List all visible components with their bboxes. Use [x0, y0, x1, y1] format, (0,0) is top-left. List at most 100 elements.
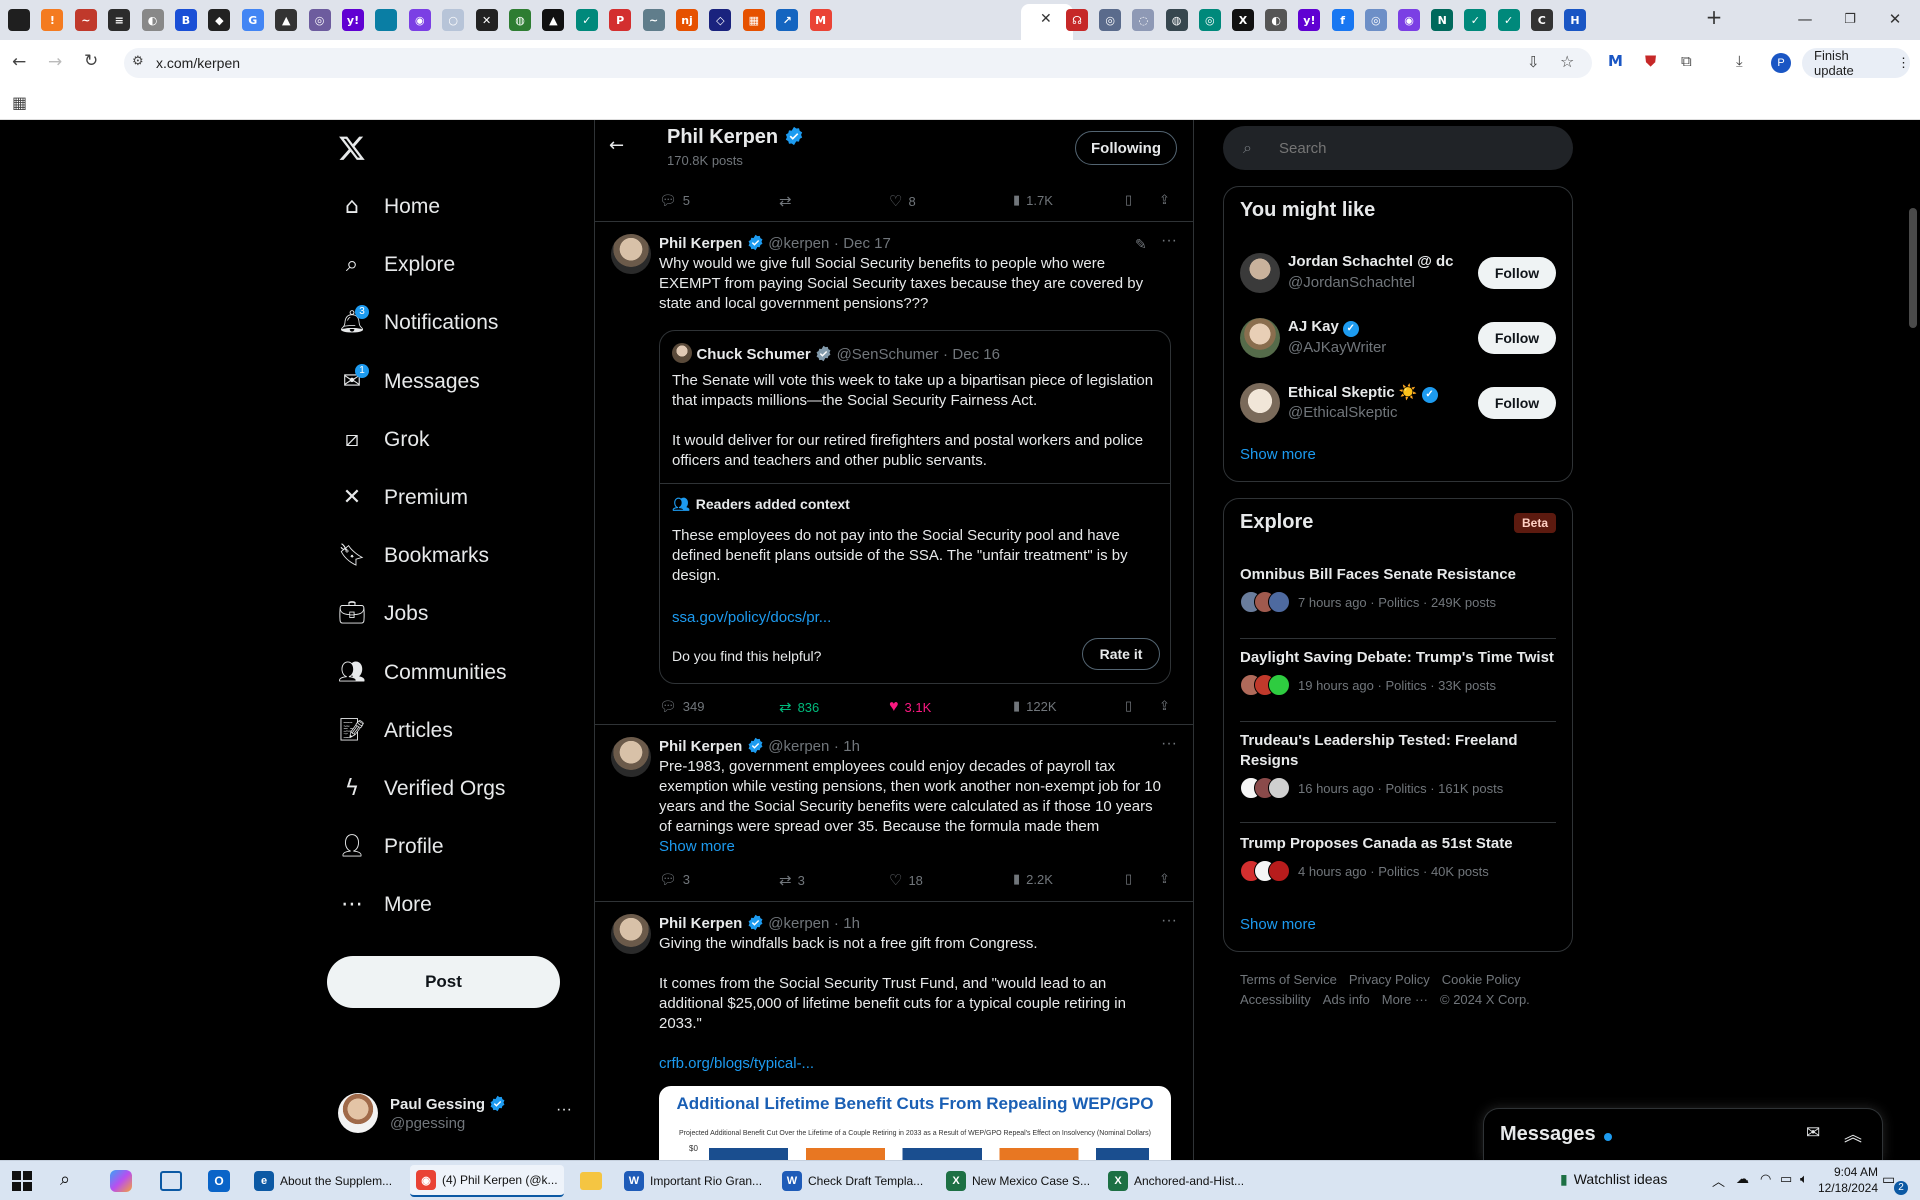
nav-item-verified-orgs[interactable]: ϟ Verified Orgs	[338, 764, 506, 814]
suggested-user[interactable]: AJ Kay ✓ @AJKayWriter Follow	[1224, 308, 1572, 368]
apps-grid-icon[interactable]: ▦	[12, 93, 27, 112]
follow-button[interactable]: Follow	[1478, 257, 1556, 289]
repost-button[interactable]: ⇄ 836	[779, 698, 819, 716]
install-app-icon[interactable]: ⇩	[1527, 53, 1540, 71]
tweet[interactable]: Phil Kerpen @kerpen · 1h ··· Giving the …	[595, 902, 1193, 1160]
author-avatar[interactable]	[611, 234, 651, 274]
tab-favicon-30[interactable]: ◎	[1198, 9, 1221, 31]
minimize-button[interactable]: —	[1795, 10, 1815, 30]
clock[interactable]: 9:04 AM 12/18/2024	[1808, 1164, 1878, 1196]
author-name[interactable]: Phil Kerpen	[659, 915, 742, 932]
menu-tab-icon[interactable]	[8, 9, 30, 31]
tweet[interactable]: Phil Kerpen @kerpen · Dec 17 ✎ ··· Why w…	[595, 222, 1193, 725]
x-logo-icon[interactable]	[338, 134, 368, 164]
tab-favicon-28[interactable]: ◌	[1132, 9, 1155, 31]
tab-favicon-32[interactable]: ◐	[1265, 9, 1288, 31]
bookmark-icon[interactable]: ▯	[1125, 871, 1132, 887]
explore-item[interactable]: Daylight Saving Debate: Trump's Time Twi…	[1240, 648, 1556, 722]
copilot-icon[interactable]	[110, 1170, 132, 1192]
new-tab-button[interactable]: +	[1704, 5, 1724, 29]
taskbar-app[interactable]: X New Mexico Case S...	[940, 1165, 1096, 1197]
like-button[interactable]: ♡ 8	[889, 192, 916, 210]
nav-item-explore[interactable]: ⌕ Explore	[338, 240, 455, 290]
explore-item[interactable]: Omnibus Bill Faces Senate Resistance 7 ho…	[1240, 565, 1556, 639]
bookmark-icon[interactable]: ▯	[1125, 192, 1132, 208]
tweet-date[interactable]: 1h	[843, 738, 860, 755]
rate-it-button[interactable]: Rate it	[1082, 638, 1160, 670]
share-icon[interactable]: ⇪	[1159, 698, 1170, 714]
taskbar-app[interactable]: W Important Rio Gran...	[618, 1165, 768, 1197]
follow-button[interactable]: Follow	[1478, 387, 1556, 419]
account-more-icon[interactable]: ···	[556, 1101, 572, 1119]
nav-item-premium[interactable]: ✕ Premium	[338, 473, 468, 523]
tab-favicon-17[interactable]: ✓	[575, 9, 598, 31]
back-arrow-icon[interactable]: ←	[12, 52, 26, 72]
tab-favicon-41[interactable]: H	[1564, 9, 1586, 31]
new-message-icon[interactable]: ✉	[1806, 1123, 1820, 1143]
tab-favicon-6[interactable]: ◆	[208, 9, 231, 31]
tab-favicon-13[interactable]: ○	[442, 9, 465, 31]
tweet-date[interactable]: Dec 17	[843, 235, 891, 252]
tab-favicon-14[interactable]: ✕	[475, 9, 498, 31]
follow-button[interactable]: Follow	[1478, 322, 1556, 354]
reply-button[interactable]: 💬︎ 5	[659, 192, 690, 209]
onedrive-icon[interactable]: ☁	[1736, 1171, 1749, 1187]
suggested-user[interactable]: Jordan Schachtel @ dc✓@JordanSchachtelFo…	[1224, 243, 1572, 303]
url-text[interactable]: x.com/kerpen	[156, 55, 240, 71]
footer-link[interactable]: Privacy Policy	[1349, 972, 1430, 987]
bookmark-star-icon[interactable]: ☆	[1560, 52, 1574, 71]
post-button[interactable]: Post	[327, 956, 560, 1008]
tweet-more-icon[interactable]: ···	[1161, 735, 1177, 753]
reply-button[interactable]: 💬︎ 3	[659, 871, 690, 888]
address-bar[interactable]	[124, 48, 1592, 78]
nav-item-home[interactable]: ⌂ Home	[338, 182, 440, 232]
author-avatar[interactable]	[611, 914, 651, 954]
taskbar-app[interactable]: ◉ (4) Phil Kerpen (@k...	[410, 1165, 564, 1197]
site-info-icon[interactable]: ⚙	[132, 54, 144, 69]
tab-favicon-22[interactable]: ▦	[742, 9, 765, 31]
tweet[interactable]: Phil Kerpen @kerpen · 1h ··· Pre-1983, g…	[595, 725, 1193, 902]
task-view-icon[interactable]	[160, 1171, 182, 1191]
downloads-icon[interactable]: ⤓	[1736, 52, 1743, 70]
tab-favicon-23[interactable]: ↗	[776, 9, 799, 31]
tab-favicon-18[interactable]: P	[609, 9, 632, 31]
nav-item-more[interactable]: ⋯ More	[338, 880, 432, 930]
tab-favicon-39[interactable]: ✓	[1497, 9, 1520, 31]
author-handle[interactable]: @kerpen	[768, 738, 829, 755]
search-box[interactable]: ⌕	[1223, 126, 1573, 170]
edit-note-icon[interactable]: ✎	[1135, 236, 1147, 253]
nav-item-articles[interactable]: 📝︎ Articles	[338, 706, 453, 756]
tab-favicon-12[interactable]: ◉	[408, 9, 431, 31]
taskbar-app[interactable]: e About the Supplem...	[248, 1165, 398, 1197]
battery-icon[interactable]: ▭	[1780, 1171, 1792, 1187]
tab-favicon-26[interactable]: ☊	[1066, 9, 1088, 31]
tab-favicon-15[interactable]: ◍	[509, 9, 531, 31]
back-arrow-icon[interactable]: ←	[609, 135, 624, 156]
extension-m-icon[interactable]: M	[1608, 52, 1623, 70]
extension-shield-icon[interactable]: ⛊	[1645, 52, 1656, 70]
start-button[interactable]	[12, 1171, 32, 1191]
repost-button[interactable]: ⇄ 3	[779, 871, 805, 889]
like-button[interactable]: ♡ 18	[889, 871, 923, 889]
watchlist-widget[interactable]: ▮ Watchlist ideas	[1560, 1171, 1667, 1188]
tab-favicon-19[interactable]: ~	[642, 9, 665, 31]
reply-button[interactable]: 💬︎ 349	[659, 698, 704, 715]
finish-update-button[interactable]: Finish update ⋮	[1802, 48, 1910, 78]
close-icon[interactable]: ✕	[1040, 11, 1052, 27]
author-handle[interactable]: @kerpen	[768, 915, 829, 932]
tab-favicon-37[interactable]: N	[1431, 9, 1454, 31]
footer-link[interactable]: © 2024 X Corp.	[1440, 992, 1530, 1007]
nav-item-communities[interactable]: 👥︎ Communities	[338, 648, 507, 698]
quoted-tweet[interactable]: Chuck Schumer @SenSchumer · Dec 16 The S…	[659, 330, 1171, 684]
tab-favicon-10[interactable]: y!	[342, 9, 364, 31]
tweet-date[interactable]: 1h	[843, 915, 860, 932]
nav-item-profile[interactable]: 👤︎ Profile	[338, 822, 444, 872]
restore-button[interactable]: ❐	[1840, 12, 1860, 32]
author-name[interactable]: Phil Kerpen	[659, 738, 742, 755]
author-handle[interactable]: @kerpen	[768, 235, 829, 252]
tab-favicon-5[interactable]: B	[175, 9, 197, 31]
extensions-puzzle-icon[interactable]: ⧉	[1681, 52, 1692, 70]
outlook-icon[interactable]: O	[208, 1170, 230, 1192]
account-switcher[interactable]: Paul Gessing @pgessing ···	[338, 1093, 578, 1135]
tab-favicon-33[interactable]: y!	[1298, 9, 1321, 31]
